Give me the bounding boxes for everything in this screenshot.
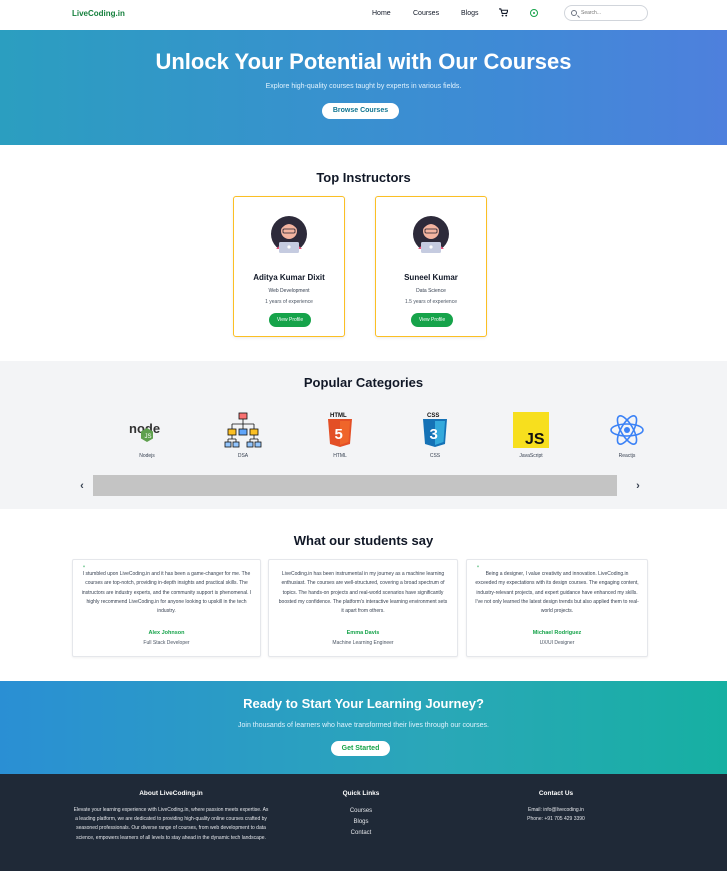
categories-section: Popular Categories node JS Nodejs DSA HT… [0, 361, 727, 509]
testimonial-text: LiveCoding.in has been instrumental in m… [278, 571, 448, 615]
user-profile-icon[interactable] [530, 9, 538, 17]
instructor-avatar [271, 216, 307, 253]
footer-contact: Contact Us Email: info@livecoding.in Pho… [506, 790, 606, 824]
footer-quick-links: Quick Links Courses Blogs Contact [320, 790, 402, 839]
css3-icon: CSS 3 [423, 413, 447, 447]
footer-link-blogs[interactable]: Blogs [320, 817, 402, 828]
hero-banner: Unlock Your Potential with Our Courses E… [0, 30, 727, 145]
scroll-left-arrow-icon[interactable]: ‹ [75, 477, 89, 495]
view-profile-button[interactable]: View Profile [411, 313, 453, 327]
footer-about: About LiveCoding.in Elevate your learnin… [72, 790, 270, 843]
testimonial-card: LiveCoding.in has been instrumental in m… [268, 559, 458, 657]
footer-link-contact[interactable]: Contact [320, 828, 402, 839]
svg-text:3: 3 [430, 426, 438, 443]
category-label: JavaScript [519, 453, 543, 459]
category-item-html[interactable]: HTML 5 HTML [310, 411, 370, 459]
svg-text:CSS: CSS [427, 413, 439, 419]
svg-text:HTML: HTML [330, 413, 347, 419]
cart-icon[interactable] [499, 8, 509, 19]
testimonial-role: Machine Learning Engineer [332, 640, 394, 646]
category-item-nodejs[interactable]: node JS Nodejs [117, 411, 177, 459]
testimonial-text: I stumbled upon LiveCoding.in and it has… [81, 571, 252, 615]
view-profile-button[interactable]: View Profile [269, 313, 311, 327]
testimonial-card: “ Being a designer, I value creativity a… [466, 559, 648, 657]
instructor-specialty: Data Science [416, 288, 446, 294]
scroll-right-arrow-icon[interactable]: › [631, 477, 645, 495]
instructors-section-title: Top Instructors [316, 170, 411, 185]
dsa-tree-icon [224, 412, 262, 448]
top-navbar: LiveCoding.in Home Courses Blogs [0, 0, 727, 30]
instructor-specialty: Web Development [268, 288, 310, 294]
testimonial-role: UX/UI Designer [539, 640, 575, 646]
testimonial-card: “ I stumbled upon LiveCoding.in and it h… [72, 559, 261, 657]
search-box[interactable] [564, 5, 648, 21]
site-footer: About LiveCoding.in Elevate your learnin… [0, 774, 727, 871]
svg-text:JS: JS [145, 434, 152, 440]
instructor-card: Aditya Kumar Dixit Web Development 1 yea… [233, 196, 345, 337]
svg-text:JS: JS [525, 431, 545, 448]
categories-section-title: Popular Categories [303, 375, 424, 390]
footer-email: Email: info@livecoding.in [528, 807, 584, 813]
svg-text:5: 5 [335, 426, 343, 443]
category-label: Reactjs [618, 453, 636, 459]
testimonial-author: Michael Rodriguez [532, 630, 582, 636]
cta-banner: Ready to Start Your Learning Journey? Jo… [0, 681, 727, 774]
cta-title: Ready to Start Your Learning Journey? [243, 696, 484, 711]
footer-contact-title: Contact Us [538, 790, 574, 797]
nodejs-icon: node JS [129, 421, 160, 442]
category-item-javascript[interactable]: JS JavaScript [501, 411, 561, 459]
javascript-icon: JS [513, 412, 549, 448]
nav-blogs-link[interactable]: Blogs [461, 10, 479, 17]
search-icon [571, 10, 577, 16]
category-label: CSS [429, 453, 441, 459]
footer-about-text: Elevate your learning experience with Li… [73, 807, 269, 841]
instructor-name: Suneel Kumar [404, 273, 458, 282]
category-item-css[interactable]: CSS 3 CSS [405, 411, 465, 459]
testimonial-author: Emma Davis [346, 630, 380, 636]
testimonial-role: Full Stack Developer [143, 640, 190, 646]
category-scrollbar[interactable] [93, 475, 617, 496]
category-label: Nodejs [139, 453, 155, 459]
instructor-name: Aditya Kumar Dixit [253, 273, 325, 282]
category-item-dsa[interactable]: DSA [213, 411, 273, 459]
footer-phone: Phone: +91 705 429 3390 [527, 816, 585, 822]
testimonial-text: Being a designer, I value creativity and… [475, 571, 639, 615]
testimonials-section-title: What our students say [293, 533, 434, 548]
browse-courses-button[interactable]: Browse Courses [322, 103, 399, 119]
footer-about-title: About LiveCoding.in [139, 790, 203, 797]
category-label: DSA [237, 453, 249, 459]
nav-courses-link[interactable]: Courses [413, 10, 439, 17]
instructor-experience: 1.5 years of experience [405, 299, 457, 305]
react-icon [610, 415, 644, 445]
search-input[interactable] [579, 8, 645, 18]
instructor-card: Suneel Kumar Data Science 1.5 years of e… [375, 196, 487, 337]
footer-link-courses[interactable]: Courses [320, 806, 402, 817]
brand-logo[interactable]: LiveCoding.in [72, 9, 125, 18]
instructor-avatar [413, 216, 449, 253]
nav-home-link[interactable]: Home [372, 10, 391, 17]
hero-subtitle: Explore high-quality courses taught by e… [265, 83, 462, 90]
footer-links-title: Quick Links [342, 790, 380, 797]
get-started-button[interactable]: Get Started [331, 741, 390, 756]
hero-title: Unlock Your Potential with Our Courses [155, 49, 572, 74]
cta-subtitle: Join thousands of learners who have tran… [238, 722, 489, 729]
html5-icon: HTML 5 [328, 413, 352, 447]
category-item-reactjs[interactable]: Reactjs [597, 411, 657, 459]
category-label: HTML [333, 453, 347, 459]
testimonial-author: Alex Johnson [148, 630, 185, 636]
instructor-experience: 1 years of experience [265, 299, 313, 305]
